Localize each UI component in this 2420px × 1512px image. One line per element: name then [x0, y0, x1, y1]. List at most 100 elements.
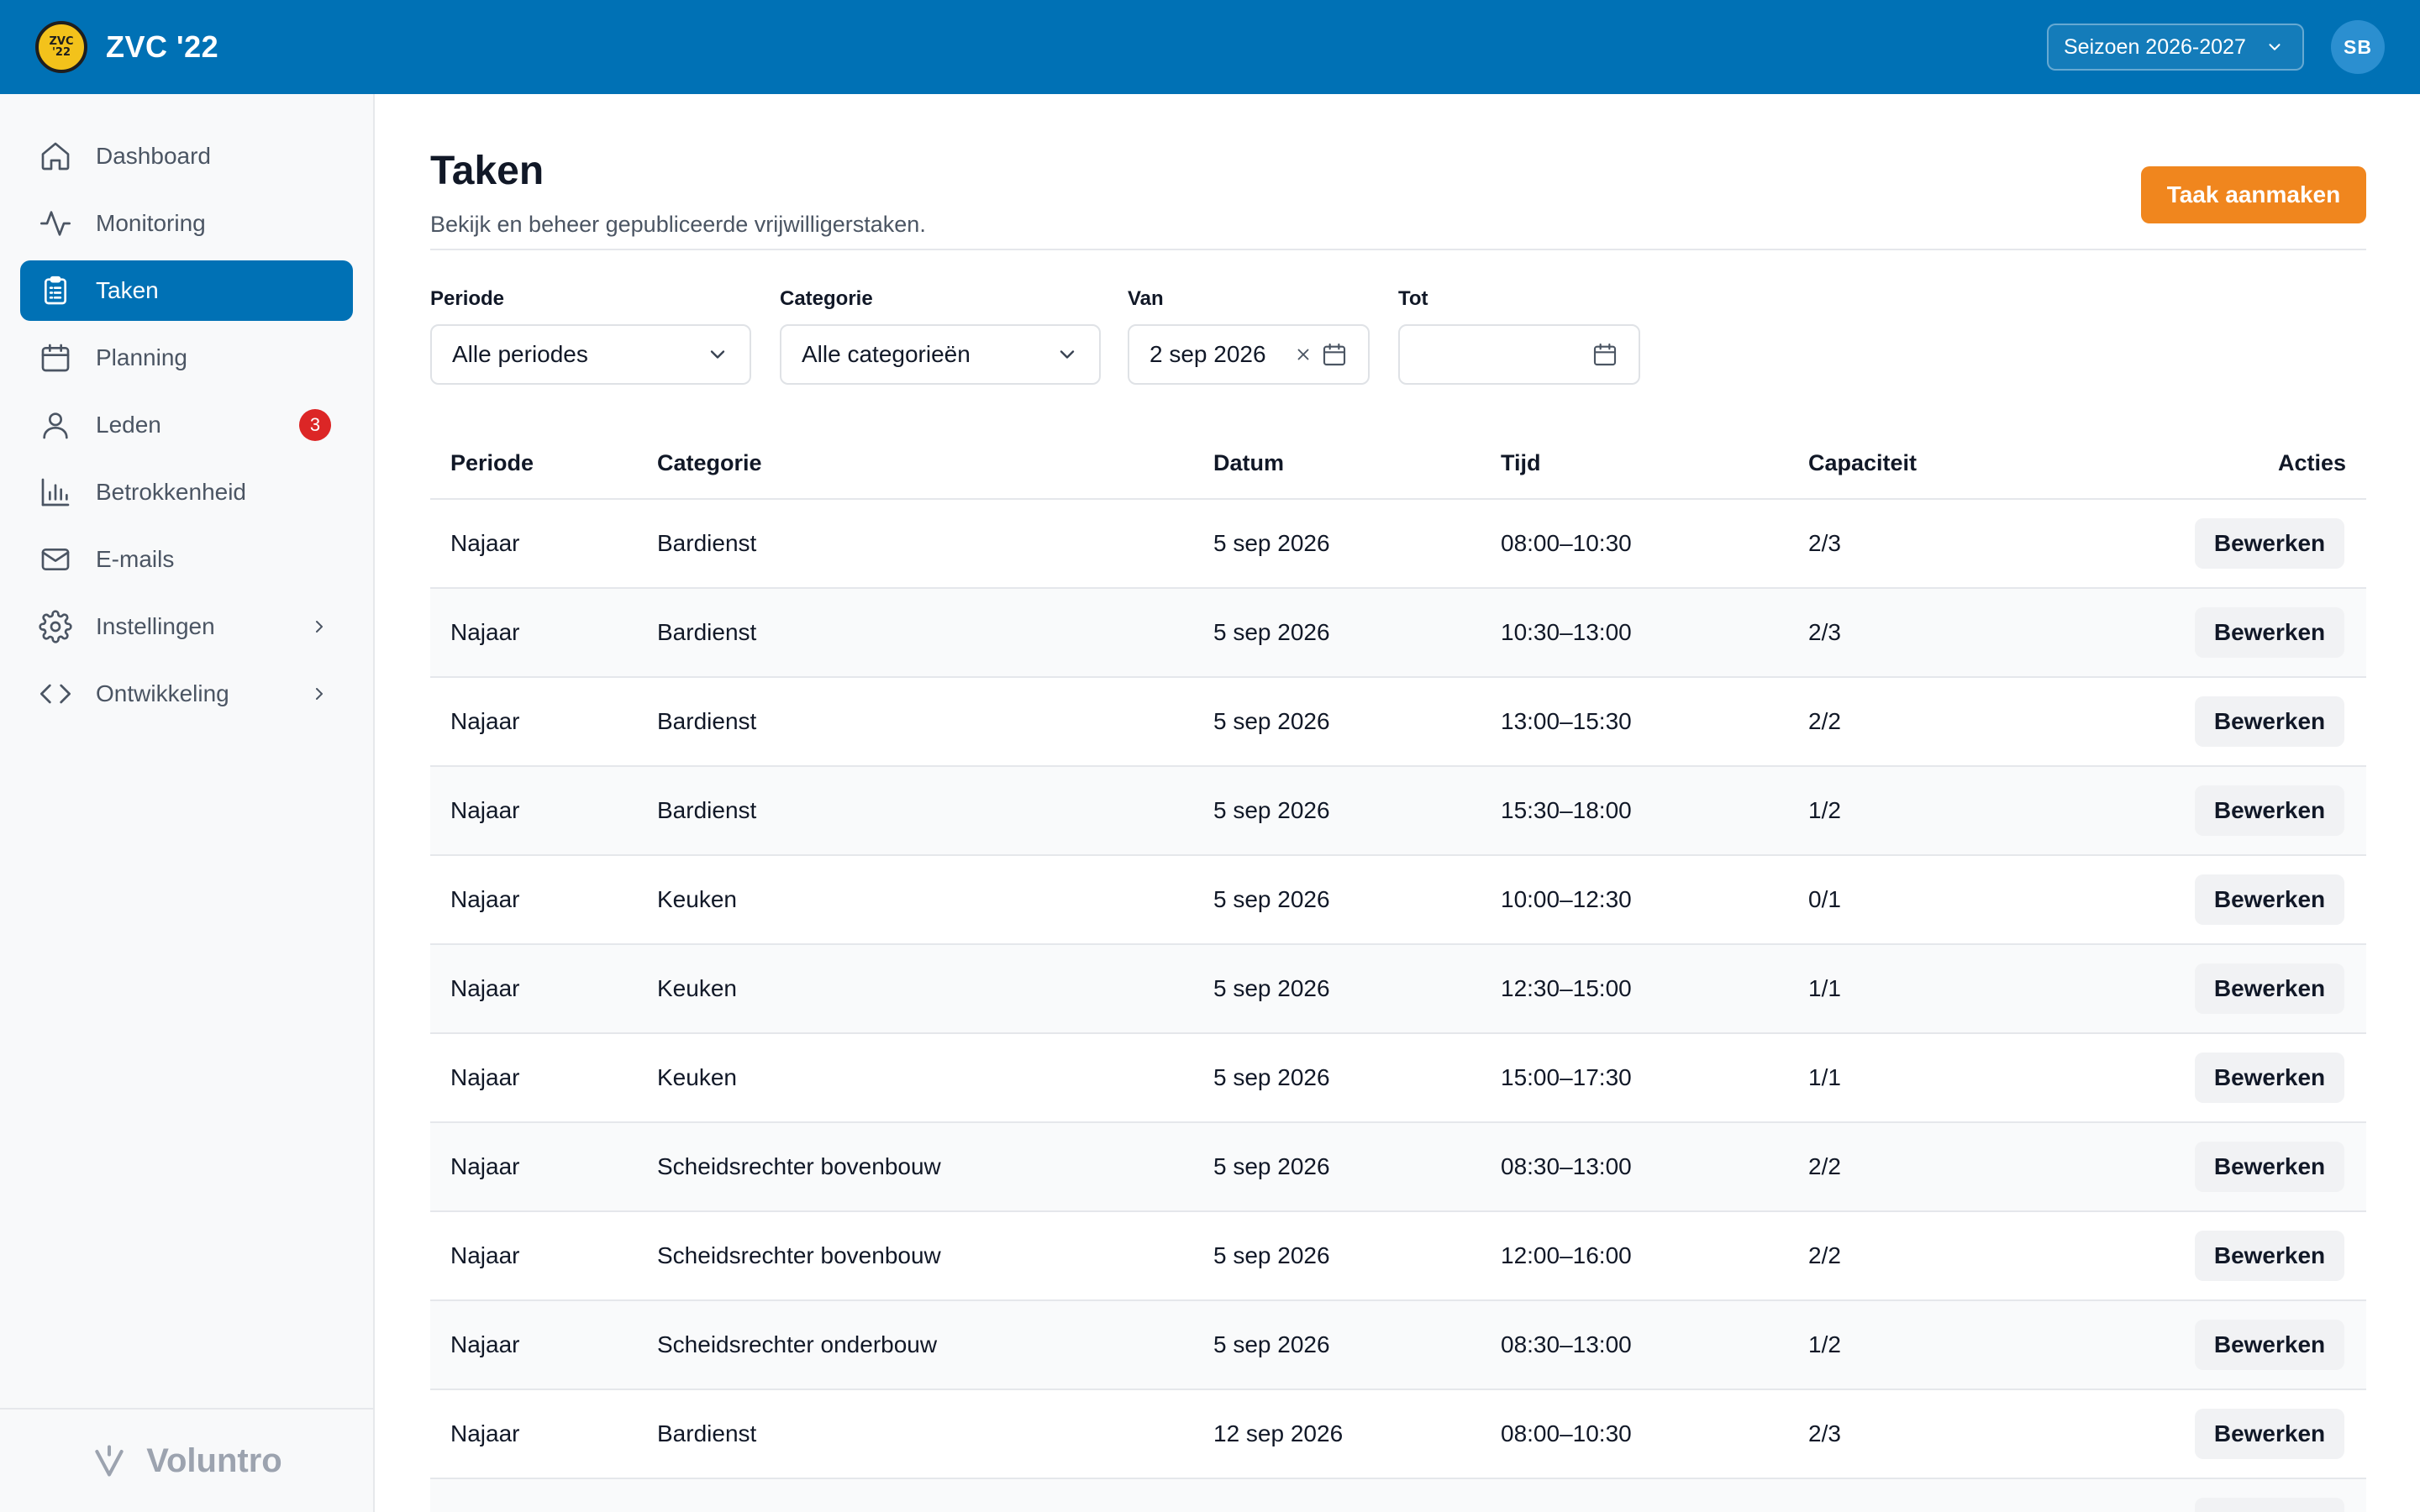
page-title: Taken [430, 149, 544, 193]
sidebar-item-dashboard[interactable]: Dashboard [20, 126, 353, 186]
to-date-picker[interactable] [1398, 324, 1640, 385]
sidebar-item-ontwikkeling[interactable]: Ontwikkeling [20, 664, 353, 724]
sidebar-item-label: Taken [96, 277, 159, 303]
create-task-button[interactable]: Taak aanmaken [2141, 166, 2366, 223]
sidebar-item-label: Dashboard [96, 143, 211, 169]
table-row[interactable]: Najaar Bardienst 12 sep 2026 08:00–10:30 2/3… [430, 1389, 2366, 1479]
main-content: Taken Bekijk en beheer gepubliceerde vri… [375, 94, 2420, 1512]
cell-date: 5 sep 2026 [1193, 1300, 1481, 1390]
cell-capacity [1788, 1478, 2175, 1512]
footer-brand-name: Voluntro [146, 1441, 282, 1479]
cell-period: Najaar [430, 1033, 637, 1123]
cell-actions: Bewerken [2175, 499, 2366, 589]
calendar-icon[interactable] [1321, 341, 1348, 368]
table-body: Najaar Bardienst 5 sep 2026 08:00–10:30 2/3 B… [430, 499, 2366, 1512]
table-row[interactable]: Najaar Bardienst 5 sep 2026 08:00–10:30 2/3 B… [430, 499, 2366, 589]
cell-date: 5 sep 2026 [1193, 766, 1481, 856]
clear-icon[interactable] [1294, 345, 1313, 364]
user-avatar[interactable]: SB [2331, 20, 2385, 74]
cell-capacity: 1/1 [1788, 1033, 2175, 1123]
cell-actions: Bewerken [2175, 855, 2366, 945]
edit-button[interactable]: Bewerken [2195, 1142, 2344, 1192]
sidebar-item-label: E-mails [96, 546, 175, 572]
category-select[interactable]: Alle categorieën [780, 324, 1101, 385]
table-row[interactable]: Najaar Scheidsrechter bovenbouw 5 sep 2026… [430, 1122, 2366, 1212]
cell-capacity: 1/2 [1788, 1300, 2175, 1390]
table-row[interactable]: Najaar Scheidsrechter onderbouw 5 sep 2026… [430, 1300, 2366, 1390]
cell-actions: Bewerken [2175, 1122, 2366, 1212]
column-header-capacity[interactable]: Capaciteit [1788, 428, 2175, 500]
sidebar-item-instellingen[interactable]: Instellingen [20, 596, 353, 657]
cell-time: 10:30–13:00 [1481, 588, 1788, 678]
table-row[interactable]: Najaar Scheidsrechter bovenbouw 5 sep 2026… [430, 1211, 2366, 1301]
activity-icon [39, 207, 72, 240]
table-row[interactable]: Najaar Keuken 5 sep 2026 15:00–17:30 1/1 Bewe… [430, 1033, 2366, 1123]
edit-button[interactable]: Bewerken [2195, 1320, 2344, 1370]
from-date-picker[interactable]: 2 sep 2026 [1128, 324, 1370, 385]
sidebar-item-label: Ontwikkeling [96, 680, 229, 706]
column-header-time[interactable]: Tijd [1481, 428, 1788, 500]
edit-button[interactable]: Bewerken [2195, 785, 2344, 836]
cell-date: 5 sep 2026 [1193, 944, 1481, 1034]
cell-actions: Bewerken [2175, 588, 2366, 678]
edit-button[interactable]: Bewerken [2195, 963, 2344, 1014]
sidebar-item-monitoring[interactable]: Monitoring [20, 193, 353, 254]
user-icon [39, 408, 72, 442]
column-header-category[interactable]: Categorie [637, 428, 1193, 500]
cell-category: Bardienst [637, 677, 1193, 767]
sidebar-footer: Voluntro [0, 1408, 373, 1512]
period-select[interactable]: Alle periodes [430, 324, 751, 385]
cell-capacity: 2/2 [1788, 1122, 2175, 1212]
table-row[interactable]: Najaar Bardienst 5 sep 2026 13:00–15:30 2/2 B… [430, 677, 2366, 767]
gear-icon [39, 610, 72, 643]
cell-capacity: 2/2 [1788, 1211, 2175, 1301]
cell-date: 5 sep 2026 [1193, 855, 1481, 945]
edit-button[interactable]: Bewerken [2195, 1498, 2344, 1512]
table-row[interactable]: Najaar Bardienst 5 sep 2026 10:30–13:00 2/3 B… [430, 588, 2366, 678]
edit-button[interactable]: Bewerken [2195, 1053, 2344, 1103]
sidebar-item-e-mails[interactable]: E-mails [20, 529, 353, 590]
edit-button[interactable]: Bewerken [2195, 874, 2344, 925]
cell-date: 5 sep 2026 [1193, 1033, 1481, 1123]
cell-time: 08:00–10:30 [1481, 499, 1788, 589]
sidebar-item-betrokkenheid[interactable]: Betrokkenheid [20, 462, 353, 522]
period-filter: Periode Alle periodes [430, 287, 751, 385]
category-filter-label: Categorie [780, 287, 873, 310]
sidebar-item-label: Monitoring [96, 210, 206, 236]
table-row[interactable]: Najaar Keuken 5 sep 2026 12:30–15:00 1/1 Bewe… [430, 944, 2366, 1034]
cell-actions: Bewerken [2175, 1389, 2366, 1479]
club-logo[interactable]: ZVC '22 [35, 21, 87, 73]
edit-button[interactable]: Bewerken [2195, 696, 2344, 747]
cell-time: 08:30–13:00 [1481, 1122, 1788, 1212]
top-bar: ZVC '22 ZVC '22 Seizoen 2026-2027 SB [0, 0, 2420, 94]
cell-date: 5 sep 2026 [1193, 588, 1481, 678]
cell-category: Keuken [637, 944, 1193, 1034]
table-row[interactable]: Najaar Bardienst 5 sep 2026 15:30–18:00 1/2 B… [430, 766, 2366, 856]
cell-actions: Bewerken [2175, 677, 2366, 767]
filter-bar: Periode Alle periodes Categorie Alle cat… [430, 287, 2366, 396]
column-header-period[interactable]: Periode [430, 428, 637, 500]
edit-button[interactable]: Bewerken [2195, 1231, 2344, 1281]
table-row[interactable]: Najaar Keuken 5 sep 2026 10:00–12:30 0/1 Bewe… [430, 855, 2366, 945]
cell-period: Najaar [430, 944, 637, 1034]
cell-category: Keuken [637, 855, 1193, 945]
cell-time [1481, 1478, 1788, 1512]
column-header-actions: Acties [2175, 428, 2366, 500]
period-filter-label: Periode [430, 287, 505, 310]
edit-button[interactable]: Bewerken [2195, 518, 2344, 569]
sidebar-item-taken[interactable]: Taken [20, 260, 353, 321]
table-row[interactable]: Bewerken [430, 1478, 2366, 1512]
cell-actions: Bewerken [2175, 1033, 2366, 1123]
column-header-date[interactable]: Datum [1193, 428, 1481, 500]
sidebar: Dashboard Monitoring Taken Planning Lede [0, 94, 375, 1512]
cell-category: Bardienst [637, 588, 1193, 678]
sidebar-item-leden[interactable]: Leden 3 [20, 395, 353, 455]
cell-period: Najaar [430, 677, 637, 767]
edit-button[interactable]: Bewerken [2195, 1409, 2344, 1459]
calendar-icon[interactable] [1591, 341, 1618, 368]
season-select[interactable]: Seizoen 2026-2027 [2047, 24, 2304, 71]
edit-button[interactable]: Bewerken [2195, 607, 2344, 658]
notification-badge: 3 [299, 409, 331, 441]
cell-time: 13:00–15:30 [1481, 677, 1788, 767]
sidebar-item-planning[interactable]: Planning [20, 328, 353, 388]
